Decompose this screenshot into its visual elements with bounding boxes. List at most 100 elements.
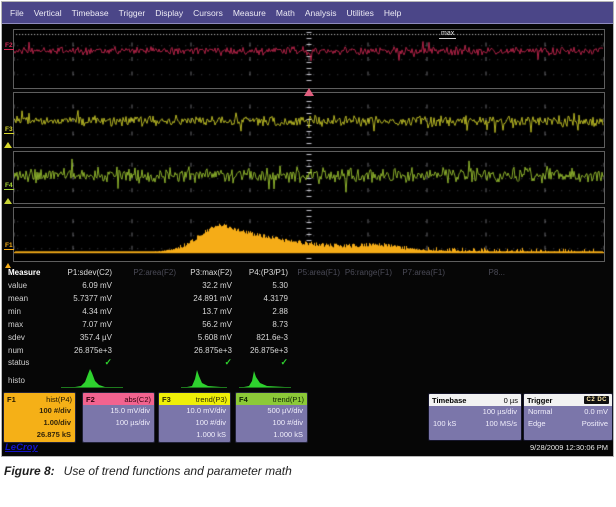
trace-label-f1[interactable]: F1 <box>4 242 14 250</box>
menu-timebase[interactable]: Timebase <box>72 8 109 18</box>
row-label-status: status <box>3 358 61 367</box>
f3-scale-line: 1.000 kS <box>159 429 230 441</box>
param-header-p3[interactable]: P3:max(F2) <box>179 268 235 277</box>
trigger-box[interactable]: Trigger C2 DC Normal 0.0 mV Edge Positiv… <box>523 393 613 441</box>
param-header-p6[interactable]: P6:range(F1) <box>343 268 395 277</box>
param-header-p2[interactable]: P2:area(F2) <box>115 268 179 277</box>
f2-scale-line: 100 µs/div <box>83 417 154 429</box>
row-label-min: min <box>3 307 61 316</box>
cell-p4-mean: 4.3179 <box>235 294 291 303</box>
row-label-histo: histo <box>3 376 61 385</box>
f3-descriptor-header: F3 trend(P3) <box>159 393 230 405</box>
f3-zero-level-marker[interactable] <box>4 142 12 148</box>
trigger-source-badge: C2 DC <box>584 396 609 404</box>
cell-p3-mean: 24.891 mV <box>179 294 235 303</box>
cell-p3-max: 56.2 mV <box>179 320 235 329</box>
f2-function: abs(C2) <box>124 395 151 404</box>
cell-p3-num: 26.875e+3 <box>179 346 235 355</box>
f1-histogram-canvas <box>14 208 604 261</box>
trigger-mode-row: Normal 0.0 mV <box>524 406 612 418</box>
timebase-offset: 0 µs <box>504 396 518 405</box>
cell-p4-min: 2.88 <box>235 307 291 316</box>
menu-vertical[interactable]: Vertical <box>34 8 62 18</box>
f4-descriptor-header: F4 trend(P1) <box>236 393 307 405</box>
trigger-type-row: Edge Positive <box>524 418 612 430</box>
measure-row-sdev: sdev 357.4 µV 5.608 mV 821.6e-3 <box>3 331 613 344</box>
trigger-position-marker[interactable] <box>304 88 314 96</box>
cell-p1-min: 4.34 mV <box>61 307 115 316</box>
f2-scale-line: 15.0 mV/div <box>83 405 154 417</box>
datetime-display: 9/28/2009 12:30:06 PM <box>530 443 608 452</box>
f1-scale-line: 1.00/div <box>4 417 75 429</box>
menu-display[interactable]: Display <box>155 8 183 18</box>
trace-label-f4[interactable]: F4 <box>4 182 14 190</box>
menu-measure[interactable]: Measure <box>233 8 266 18</box>
timebase-samples: 100 kS <box>433 418 456 430</box>
measure-row-value: value 6.09 mV 32.2 mV 5.30 <box>3 279 613 292</box>
waveform-panel-f3[interactable] <box>13 92 605 148</box>
menu-utilities[interactable]: Utilities <box>346 8 373 18</box>
measure-row-min: min 4.34 mV 13.7 mV 2.88 <box>3 305 613 318</box>
measure-row-max: max 7.07 mV 56.2 mV 8.73 <box>3 318 613 331</box>
trigger-slope: Positive <box>582 418 608 430</box>
f4-scale-line: 500 µV/div <box>236 405 307 417</box>
waveform-panel-f1[interactable] <box>13 207 605 262</box>
oscilloscope-screen: File Vertical Timebase Trigger Display C… <box>1 1 614 457</box>
cell-p1-max: 7.07 mV <box>61 320 115 329</box>
trace-label-f3[interactable]: F3 <box>4 126 14 134</box>
f2-descriptor-box[interactable]: F2 abs(C2) 15.0 mV/div 100 µs/div <box>82 392 155 443</box>
cell-p1-mean: 5.7377 mV <box>61 294 115 303</box>
cell-p1-value: 6.09 mV <box>61 281 115 290</box>
timebase-box[interactable]: Timebase 0 µs 100 µs/div 100 kS 100 MS/s <box>428 393 522 441</box>
trigger-title: Trigger <box>527 396 552 405</box>
f4-zero-level-marker[interactable] <box>4 198 12 204</box>
timebase-perdiv-row: 100 µs/div <box>429 406 521 418</box>
f1-id: F1 <box>7 395 16 404</box>
f2-id: F2 <box>86 395 95 404</box>
f1-descriptor-header: F1 hist(P4) <box>4 393 75 405</box>
cell-p4-sdev: 821.6e-3 <box>235 333 291 342</box>
f4-scale-line: 1.000 kS <box>236 429 307 441</box>
f3-scale-line: 10.0 mV/div <box>159 405 230 417</box>
histicon-p4 <box>239 367 291 389</box>
measure-row-mean: mean 5.7377 mV 24.891 mV 4.3179 <box>3 292 613 305</box>
histicon-p1 <box>61 367 123 389</box>
f1-scale-line: 100 #/div <box>4 405 75 417</box>
caption-text: Use of trend functions and parameter mat… <box>64 464 292 478</box>
cell-p1-num: 26.875e+3 <box>61 346 115 355</box>
f1-descriptor-box[interactable]: F1 hist(P4) 100 #/div 1.00/div 26.875 kS <box>3 392 76 443</box>
param-header-p7[interactable]: P7:area(F1) <box>395 268 448 277</box>
f4-descriptor-box[interactable]: F4 trend(P1) 500 µV/div 100 #/div 1.000 … <box>235 392 308 443</box>
max-parameter-annotation: max <box>439 30 456 39</box>
f2-descriptor-header: F2 abs(C2) <box>83 393 154 405</box>
trigger-mode: Normal <box>528 406 552 418</box>
param-header-p1[interactable]: P1:sdev(C2) <box>61 268 115 277</box>
menu-math[interactable]: Math <box>276 8 295 18</box>
cell-p3-sdev: 5.608 mV <box>179 333 235 342</box>
f4-function: trend(P1) <box>273 395 304 404</box>
f4-trace-canvas <box>14 152 604 203</box>
menu-analysis[interactable]: Analysis <box>305 8 337 18</box>
param-header-p8[interactable]: P8... <box>448 268 508 277</box>
trace-label-f2[interactable]: F2 <box>4 42 14 50</box>
f1-scale-line: 26.875 kS <box>4 429 75 441</box>
waveform-panel-f4[interactable] <box>13 151 605 204</box>
menu-file[interactable]: File <box>10 8 24 18</box>
f3-descriptor-box[interactable]: F3 trend(P3) 10.0 mV/div 100 #/div 1.000… <box>158 392 231 443</box>
menu-trigger[interactable]: Trigger <box>119 8 146 18</box>
measure-row-num: num 26.875e+3 26.875e+3 26.875e+3 <box>3 344 613 357</box>
measure-header-row: Measure P1:sdev(C2) P2:area(F2) P3:max(F… <box>3 266 613 279</box>
param-header-p5[interactable]: P5:area(F1) <box>291 268 343 277</box>
cell-p3-value: 32.2 mV <box>179 281 235 290</box>
f3-scale-line: 100 #/div <box>159 417 230 429</box>
menu-cursors[interactable]: Cursors <box>193 8 223 18</box>
measure-title: Measure <box>3 268 61 277</box>
param-header-p4[interactable]: P4:(P3/P1) <box>235 268 291 277</box>
figure-caption: Figure 8:Use of trend functions and para… <box>4 464 292 478</box>
waveform-panel-f2[interactable] <box>13 29 605 89</box>
cell-p3-min: 13.7 mV <box>179 307 235 316</box>
menu-help[interactable]: Help <box>384 8 401 18</box>
timebase-title: Timebase <box>432 396 466 405</box>
cell-p4-max: 8.73 <box>235 320 291 329</box>
f3-id: F3 <box>162 395 171 404</box>
